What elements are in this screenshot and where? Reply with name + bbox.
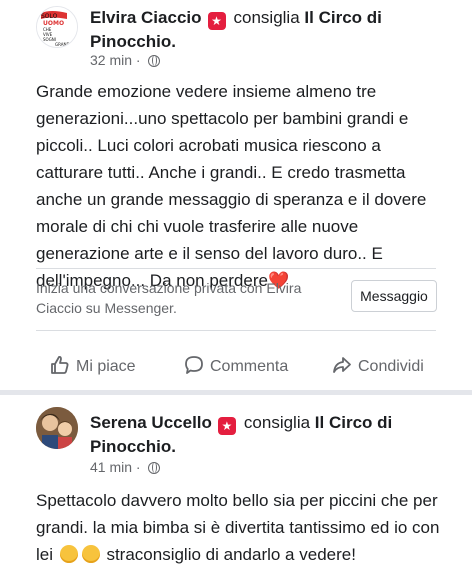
avatar-text-2: UOMO: [43, 20, 64, 27]
avatar[interactable]: [36, 407, 78, 449]
post-text-line: generazione arte e il senso del lavoro d…: [36, 244, 383, 263]
post-time[interactable]: 32 min: [90, 52, 132, 68]
avatar-text-6: GRANDI: [55, 42, 71, 47]
meta-separator: ·: [135, 459, 141, 475]
hugging-face-emoji-icon: [81, 545, 100, 563]
meta-separator: ·: [135, 52, 141, 68]
post-header: Elvira Ciaccio ★ consiglia Il Circo di Pin…: [90, 6, 450, 54]
share-button[interactable]: Condividi: [332, 354, 424, 380]
avatar[interactable]: SOLO UOMO CHE VIVE SOGNI GRANDI: [36, 6, 78, 48]
divider: [36, 268, 436, 269]
action-bar: Mi piace Commenta Condividi: [36, 354, 446, 380]
post-text-line: Grande emozione vedere insieme almeno tr…: [36, 82, 377, 101]
post-elvira: SOLO UOMO CHE VIVE SOGNI GRANDI Elvira C…: [0, 0, 472, 395]
author-name[interactable]: Elvira Ciaccio: [90, 8, 202, 27]
messenger-prompt: Inizia una conversazione privata con Elv…: [36, 280, 302, 316]
post-text-line: catturare tutti.. Anche i grandi.. E cre…: [36, 163, 406, 182]
post-time[interactable]: 41 min: [90, 459, 132, 475]
post-text: Grande emozione vedere insieme almeno tr…: [36, 78, 446, 294]
globe-icon: [148, 462, 161, 474]
post-text-line: generazioni...uno spettacolo per bambini…: [36, 109, 409, 128]
avatar-logo-icon: SOLO UOMO CHE VIVE SOGNI GRANDI: [37, 7, 77, 47]
post-text-line: piccoli.. Luci colori acrobati musica ri…: [36, 136, 381, 155]
globe-icon: [148, 55, 161, 67]
post-meta: 32 min ·: [90, 52, 161, 68]
like-label: Mi piace: [76, 358, 136, 375]
like-button[interactable]: Mi piace: [50, 354, 136, 380]
star-badge-icon: ★: [207, 12, 226, 30]
post-text-line: morale di chi chi vuole trasferire alle …: [36, 217, 359, 236]
hugging-face-emoji-icon: [59, 545, 78, 563]
post-meta: 41 min ·: [90, 459, 161, 475]
author-name[interactable]: Serena Uccello: [90, 413, 212, 432]
comment-button[interactable]: Commenta: [184, 354, 288, 380]
share-label: Condividi: [358, 358, 424, 375]
avatar-photo-icon: [36, 407, 78, 449]
post-text: Spettacolo davvero molto bello sia per p…: [36, 487, 446, 568]
divider: [36, 330, 436, 331]
share-arrow-icon: [333, 357, 351, 373]
comment-label: Commenta: [210, 358, 289, 375]
thumbs-up-icon: [51, 356, 69, 374]
recommends-label: consiglia: [233, 8, 300, 27]
avatar-text-1: SOLO: [41, 13, 58, 20]
message-button[interactable]: Messaggio: [351, 280, 437, 312]
post-header: Serena Uccello ★ consiglia Il Circo di Pin…: [90, 411, 450, 459]
post-text-line: anche un grande messaggio di speranza e …: [36, 190, 427, 209]
speech-bubble-icon: [185, 356, 203, 374]
post-serena: Serena Uccello ★ consiglia Il Circo di Pin…: [0, 395, 472, 570]
star-badge-icon: ★: [217, 417, 236, 435]
post-text-part: straconsiglio di andarlo a vedere!: [101, 545, 356, 564]
recommends-label: consiglia: [243, 413, 311, 432]
